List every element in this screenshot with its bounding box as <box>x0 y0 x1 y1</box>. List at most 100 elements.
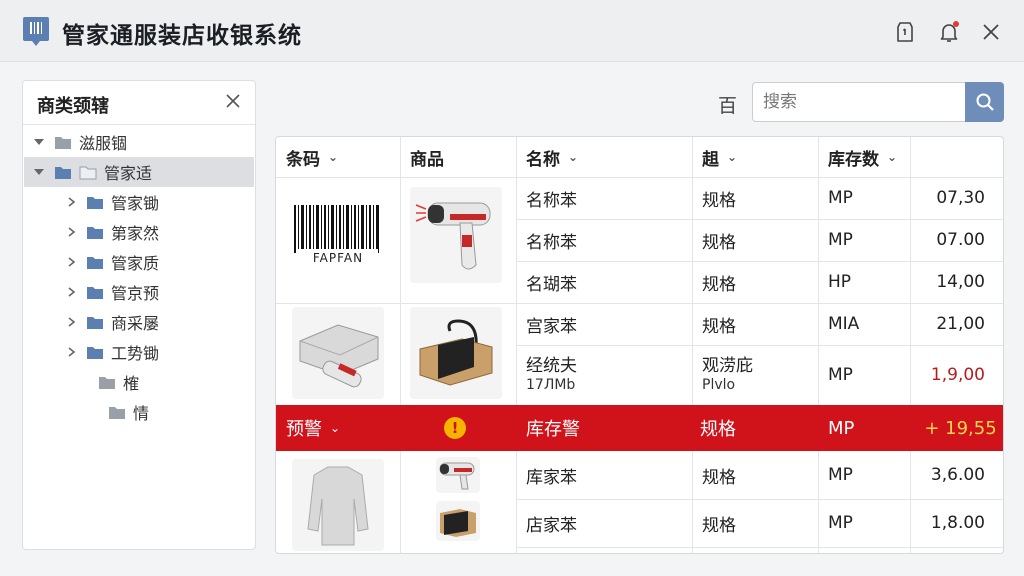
tree-item-label: 第家然 <box>111 224 160 243</box>
tree-item[interactable]: 第家然 <box>24 217 254 247</box>
alert-spec: 规格 <box>700 419 736 440</box>
column-header[interactable] <box>910 137 1003 177</box>
column-header[interactable]: 库存数 ⌄ <box>818 137 910 177</box>
column-header-label: 条码 <box>286 149 320 170</box>
folder-icon <box>99 376 115 389</box>
tree-item[interactable]: 滋服锢 <box>24 127 254 157</box>
chevron-right-icon[interactable] <box>64 315 78 329</box>
caret-down-icon[interactable] <box>32 165 46 179</box>
tree-item[interactable]: 管家质 <box>24 247 254 277</box>
tree-item-label: 管家适 <box>104 164 153 183</box>
cash-drawer-image <box>410 307 502 399</box>
tree-item-label: 榷 <box>123 374 140 393</box>
chevron-down-icon: ⌄ <box>887 150 898 164</box>
cell-unit: MP <box>828 513 853 533</box>
tree-item[interactable]: 管京预 <box>24 277 254 307</box>
cell-unit: MP <box>828 465 853 485</box>
column-header[interactable]: 商品 <box>400 137 516 177</box>
sweater-image <box>292 459 384 551</box>
chevron-right-icon[interactable] <box>64 225 78 239</box>
tree-item[interactable]: 工势锄 <box>24 337 254 367</box>
tree-item[interactable]: 榷 <box>24 367 254 397</box>
tag-icon[interactable] <box>893 20 917 44</box>
search-input[interactable] <box>752 82 966 122</box>
folder-icon <box>87 196 103 209</box>
column-header[interactable]: 趄 ⌄ <box>692 137 818 177</box>
tree-item-label: 工势锄 <box>111 344 160 363</box>
cell-name: 名称苯 <box>526 190 577 211</box>
folder-icon <box>109 406 125 419</box>
alert-label: 预警 <box>286 419 322 440</box>
cell-value: 07.00 <box>936 230 985 250</box>
close-icon[interactable] <box>223 91 243 111</box>
chevron-right-icon[interactable] <box>64 255 78 269</box>
tree-item[interactable]: 情 <box>24 397 254 427</box>
tree-item-label: 滋服锢 <box>79 134 128 153</box>
cell-name: 宫家苯 <box>526 316 577 337</box>
folder-icon <box>87 316 103 329</box>
tree-item[interactable]: 管家锄 <box>24 187 254 217</box>
cell-value: 1,9,00 <box>930 365 985 385</box>
tree-item-label: 情 <box>133 404 150 423</box>
cell-unit: MP <box>828 365 853 385</box>
caret-down-icon[interactable] <box>32 135 46 149</box>
close-icon[interactable] <box>979 20 1003 44</box>
cell-spec-main: 观涝庇 <box>702 355 753 376</box>
chevron-right-icon[interactable] <box>64 195 78 209</box>
folder-icon <box>87 256 103 269</box>
alert-dropdown[interactable]: 预警 ⌄ <box>286 405 396 451</box>
cell-unit: HP <box>828 272 852 292</box>
search-button[interactable] <box>965 82 1004 122</box>
tree-item[interactable]: 商采屡 <box>24 307 254 337</box>
app-logo-icon <box>23 17 49 46</box>
alert-name: 库存警 <box>526 419 580 440</box>
alert-value: + 19,55 <box>924 417 997 439</box>
chevron-down-icon: ⌄ <box>328 150 339 164</box>
chevron-right-icon[interactable] <box>64 285 78 299</box>
tree-item[interactable]: 管家适 <box>24 157 254 187</box>
warning-icon: ! <box>444 417 466 439</box>
folder-icon <box>55 136 71 149</box>
cell-name-sub: 17ЛMb <box>526 376 576 393</box>
barcode-text: FAPFAN <box>298 249 378 267</box>
cell-spec: 规格 <box>702 515 736 536</box>
stock-alert-row[interactable]: 预警 ⌄ ! 库存警 规格 MP + 19,55 <box>276 405 1003 451</box>
chevron-down-icon: ⌄ <box>727 150 738 164</box>
cell-name: 经统夫 17ЛMb <box>526 345 692 405</box>
column-divider <box>400 137 401 553</box>
cell-spec: 规格 <box>702 232 736 253</box>
category-panel-header: 商类颈辖 <box>23 81 255 125</box>
column-header-label: 商品 <box>410 149 444 170</box>
cell-spec: 观涝庇 Plvlo <box>702 345 818 405</box>
cell-value: 21,00 <box>936 314 985 334</box>
cell-unit: MP <box>828 188 853 208</box>
receipt-printer-image <box>292 307 384 399</box>
cell-name: 店家苯 <box>526 515 577 536</box>
category-panel-title: 商类颈辖 <box>37 96 109 117</box>
cell-value: 07,30 <box>936 188 985 208</box>
column-header-label: 趄 <box>702 149 719 170</box>
title-bar: 管家通服装店收银系统 <box>0 0 1024 62</box>
product-table: FAPFAN 条码 ⌄ 商品 名称 ⌄ 趄 ⌄ 库存数 ⌄ 名称苯 规格 MP 07,30 名称苯 规格 MP… <box>275 136 1004 554</box>
folder-icon <box>55 166 71 179</box>
drawer-thumbnail-image <box>436 501 480 541</box>
column-header-label: 名称 <box>526 149 560 170</box>
tree-item-label: 管家质 <box>111 254 160 273</box>
filter-icon[interactable]: 百 <box>718 91 740 117</box>
open-folder-icon <box>79 166 97 179</box>
alert-unit: MP <box>828 417 855 439</box>
category-panel: 商类颈辖 滋服锢管家适管家锄第家然管家质管京预商采屡工势锄榷情 <box>22 80 256 550</box>
cell-value: 1,8.00 <box>930 513 985 533</box>
notification-bell-icon[interactable] <box>937 20 961 44</box>
cell-value: 14,00 <box>936 272 985 292</box>
tree-item-label: 管京预 <box>111 284 160 303</box>
column-header[interactable]: 条码 ⌄ <box>276 137 400 177</box>
column-header[interactable]: 名称 ⌄ <box>516 137 692 177</box>
chevron-right-icon[interactable] <box>64 345 78 359</box>
folder-icon <box>87 346 103 359</box>
tree-item-label: 商采屡 <box>111 314 160 333</box>
cell-name: 库家苯 <box>526 467 577 488</box>
cell-spec-sub: Plvlo <box>702 376 736 393</box>
cell-name-main: 经统夫 <box>526 355 577 376</box>
row-divider <box>516 547 1003 548</box>
